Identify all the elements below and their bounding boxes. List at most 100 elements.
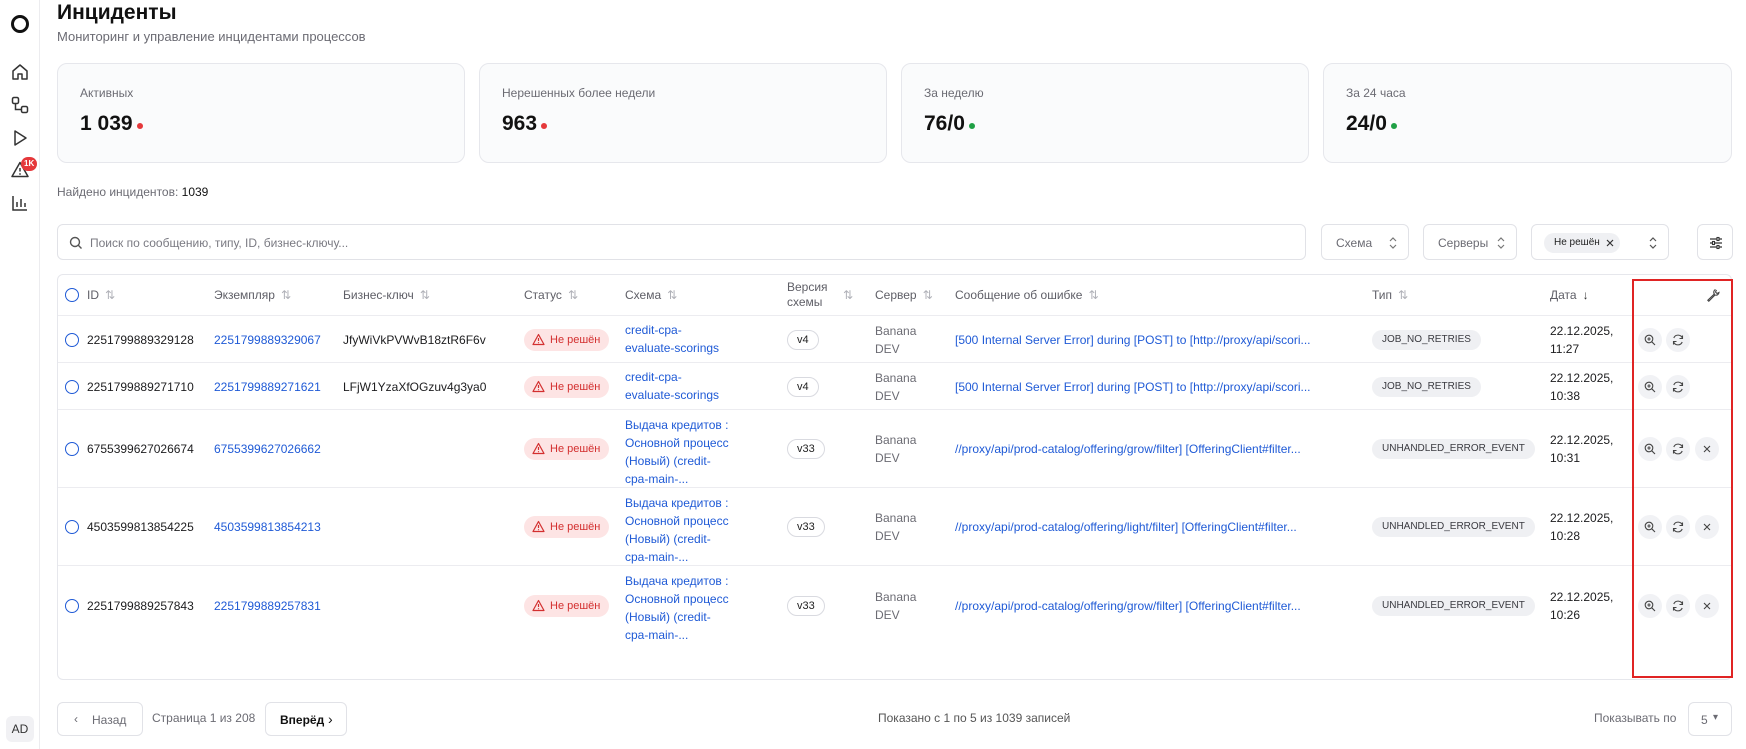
sort-icon: ⇅ xyxy=(1088,288,1099,302)
dismiss-button[interactable] xyxy=(1695,437,1719,461)
row-checkbox[interactable] xyxy=(65,333,79,347)
schema-link[interactable]: credit-cpa-evaluate-scorings xyxy=(625,368,729,404)
chevron-updown-icon xyxy=(1389,237,1397,249)
column-header-type[interactable]: Тип ⇅ xyxy=(1372,275,1408,315)
retry-button[interactable] xyxy=(1666,437,1690,461)
column-header-error[interactable]: Сообщение об ошибке ⇅ xyxy=(955,275,1099,315)
status-filter-chip: Не решён xyxy=(1544,233,1620,253)
dismiss-button[interactable] xyxy=(1695,594,1719,618)
found-label: Найдено инцидентов: xyxy=(57,185,179,199)
server-name: Banana DEV xyxy=(875,371,917,403)
schema-select-label: Схема xyxy=(1336,236,1373,250)
search-input[interactable] xyxy=(90,233,1290,253)
status-badge: Не решён xyxy=(524,595,610,617)
column-header-schema[interactable]: Схема ⇅ xyxy=(625,275,677,315)
column-header-id[interactable]: ID ⇅ xyxy=(87,275,115,315)
view-details-button[interactable] xyxy=(1638,328,1662,352)
status-badge: Не решён xyxy=(524,438,610,460)
schema-link[interactable]: Выдача кредитов : Основной процесс (Новы… xyxy=(625,416,729,488)
table-row[interactable]: 6755399627026674 6755399627026662 Не решён… xyxy=(58,409,1731,488)
incident-type-badge: JOB_NO_RETRIES xyxy=(1372,330,1481,350)
table-row[interactable]: 2251799889271710 2251799889271621 LFjW1Yza… xyxy=(58,362,1731,409)
stat-card-active: Активных 1 039 xyxy=(57,63,465,163)
row-checkbox[interactable] xyxy=(65,380,79,394)
server-name: Banana DEV xyxy=(875,324,917,356)
status-badge: Не решён xyxy=(524,516,610,538)
error-message-link[interactable]: //proxy/api/prod-catalog/offering/grow/f… xyxy=(955,440,1365,458)
sliders-icon xyxy=(1710,236,1722,250)
error-message-link[interactable]: //proxy/api/prod-catalog/offering/light/… xyxy=(955,518,1365,536)
retry-button[interactable] xyxy=(1666,594,1690,618)
close-icon xyxy=(1703,445,1711,453)
status-select[interactable]: Не решён xyxy=(1531,224,1669,260)
view-details-button[interactable] xyxy=(1638,515,1662,539)
wrench-icon[interactable] xyxy=(1706,288,1720,302)
prev-page-button[interactable]: ‹ Назад xyxy=(57,702,143,736)
warning-icon xyxy=(532,520,545,533)
process-schema-icon[interactable] xyxy=(10,95,30,115)
sidebar: 1K AD xyxy=(0,0,40,749)
version-badge: v33 xyxy=(787,439,825,459)
servers-select[interactable]: Серверы xyxy=(1423,224,1517,260)
table-row[interactable]: 4503599813854225 4503599813854213 Не решён… xyxy=(58,487,1731,566)
filter-settings-button[interactable] xyxy=(1697,224,1733,260)
row-checkbox[interactable] xyxy=(65,442,79,456)
row-checkbox[interactable] xyxy=(65,599,79,613)
sort-icon: ⇅ xyxy=(922,288,933,302)
column-header-status[interactable]: Статус ⇅ xyxy=(524,275,578,315)
schema-link[interactable]: credit-cpa-evaluate-scorings xyxy=(625,321,729,357)
server-name: Banana DEV xyxy=(875,511,917,543)
table-row[interactable]: 2251799889329128 2251799889329067 JfyWiVkP… xyxy=(58,315,1731,362)
schema-select[interactable]: Схема xyxy=(1321,224,1409,260)
row-checkbox[interactable] xyxy=(65,520,79,534)
user-avatar[interactable]: AD xyxy=(6,716,34,742)
dismiss-button[interactable] xyxy=(1695,515,1719,539)
view-details-button[interactable] xyxy=(1638,375,1662,399)
per-page-select[interactable]: 5 ▾ xyxy=(1688,702,1732,736)
schema-link[interactable]: Выдача кредитов : Основной процесс (Новы… xyxy=(625,572,729,644)
instance-link[interactable]: 2251799889271621 xyxy=(214,378,321,396)
chevron-updown-icon xyxy=(1497,237,1505,249)
app-logo-icon[interactable] xyxy=(10,14,30,34)
retry-button[interactable] xyxy=(1666,328,1690,352)
home-icon[interactable] xyxy=(10,62,30,82)
error-message-link[interactable]: [500 Internal Server Error] during [POST… xyxy=(955,378,1365,396)
status-filter-chip-label: Не решён xyxy=(1554,237,1600,248)
incidents-count-badge: 1K xyxy=(21,157,38,171)
close-icon[interactable] xyxy=(1605,238,1615,248)
next-page-button[interactable]: Вперёд › xyxy=(265,702,347,736)
error-message-link[interactable]: //proxy/api/prod-catalog/offering/grow/f… xyxy=(955,597,1365,615)
warning-icon xyxy=(532,333,545,346)
incident-id: 4503599813854225 xyxy=(87,520,194,534)
error-message-link[interactable]: [500 Internal Server Error] during [POST… xyxy=(955,331,1365,349)
view-details-button[interactable] xyxy=(1638,437,1662,461)
sort-icon: ⇅ xyxy=(1398,288,1409,302)
column-header-business-key[interactable]: Бизнес-ключ ⇅ xyxy=(343,275,430,315)
view-details-button[interactable] xyxy=(1638,594,1662,618)
schema-link[interactable]: Выдача кредитов : Основной процесс (Новы… xyxy=(625,494,729,566)
column-header-instance[interactable]: Экземпляр ⇅ xyxy=(214,275,291,315)
table-row[interactable]: 2251799889257843 2251799889257831 Не решён… xyxy=(58,565,1731,644)
search-box xyxy=(57,224,1306,260)
sort-icon: ⇅ xyxy=(667,288,678,302)
business-key: LFjW1YzaXfOGzuv4g3ya0 xyxy=(343,380,487,394)
retry-button[interactable] xyxy=(1666,515,1690,539)
instance-link[interactable]: 2251799889329067 xyxy=(214,331,321,349)
status-dot xyxy=(136,123,143,129)
chart-icon[interactable] xyxy=(10,193,30,213)
status-dot xyxy=(541,123,548,129)
instance-link[interactable]: 6755399627026662 xyxy=(214,440,321,458)
play-icon[interactable] xyxy=(10,128,30,148)
column-header-version[interactable]: Версия схемы ⇅ xyxy=(787,275,862,315)
incident-date: 22.12.2025, 10:26 xyxy=(1550,590,1614,622)
stat-value: 76/0 xyxy=(924,112,975,136)
column-header-server[interactable]: Сервер ⇅ xyxy=(875,275,933,315)
select-all-checkbox[interactable] xyxy=(65,288,79,302)
column-header-date[interactable]: Дата ↓ xyxy=(1550,275,1589,315)
instance-link[interactable]: 4503599813854213 xyxy=(214,518,321,536)
close-icon xyxy=(1703,523,1711,531)
incident-date: 22.12.2025, 10:31 xyxy=(1550,433,1614,465)
instance-link[interactable]: 2251799889257831 xyxy=(214,597,321,615)
retry-button[interactable] xyxy=(1666,375,1690,399)
chevron-updown-icon xyxy=(1649,237,1657,249)
